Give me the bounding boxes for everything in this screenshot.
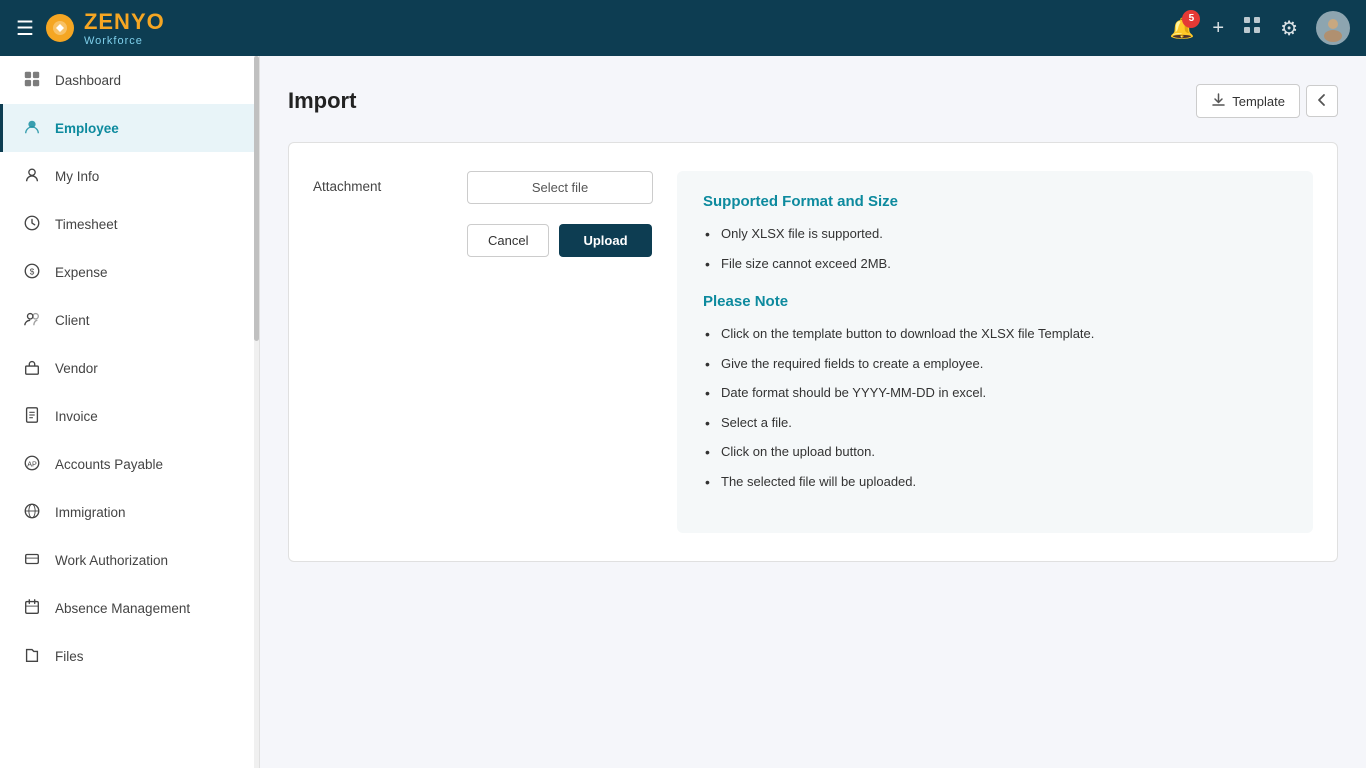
sidebar-label-client: Client bbox=[55, 313, 90, 328]
info-panel: Supported Format and Size Only XLSX file… bbox=[677, 171, 1313, 533]
template-button[interactable]: Template bbox=[1196, 84, 1300, 118]
logo-subtitle: Workforce bbox=[84, 35, 165, 47]
sidebar-item-work-authorization[interactable]: Work Authorization bbox=[0, 536, 259, 584]
content-flex: Attachment Select file Cancel Upload Sup… bbox=[313, 171, 1313, 533]
sidebar-label-work-authorization: Work Authorization bbox=[55, 553, 168, 568]
sidebar-item-vendor[interactable]: Vendor bbox=[0, 344, 259, 392]
file-input-wrapper: Select file bbox=[467, 171, 653, 204]
attachment-label: Attachment bbox=[313, 171, 443, 194]
sidebar-label-timesheet: Timesheet bbox=[55, 217, 118, 232]
attachment-row: Attachment Select file bbox=[313, 171, 653, 204]
hamburger-icon[interactable]: ☰ bbox=[16, 16, 34, 41]
main-content: Import Template bbox=[260, 56, 1366, 768]
sidebar-label-immigration: Immigration bbox=[55, 505, 126, 520]
logo-icon bbox=[46, 14, 74, 42]
logo-text: ZENYO Workforce bbox=[84, 9, 165, 47]
svg-text:AP: AP bbox=[27, 460, 37, 469]
expense-icon: $ bbox=[23, 262, 43, 282]
download-icon bbox=[1211, 92, 1226, 110]
sidebar-label-absence-management: Absence Management bbox=[55, 601, 190, 616]
notification-badge: 5 bbox=[1182, 10, 1200, 28]
sidebar-item-absence-management[interactable]: Absence Management bbox=[0, 584, 259, 632]
scrollbar-thumb[interactable] bbox=[254, 56, 259, 341]
page-header: Import Template bbox=[288, 84, 1338, 118]
sidebar-item-dashboard[interactable]: Dashboard bbox=[0, 56, 259, 104]
sidebar-label-myinfo: My Info bbox=[55, 169, 99, 184]
layout: Dashboard Employee My Info bbox=[0, 56, 1366, 768]
sidebar-item-myinfo[interactable]: My Info bbox=[0, 152, 259, 200]
sidebar-label-dashboard: Dashboard bbox=[55, 73, 121, 88]
note-item-4: Select a file. bbox=[703, 413, 1287, 433]
sidebar-item-client[interactable]: Client bbox=[0, 296, 259, 344]
logo-name: ZENYO bbox=[84, 9, 165, 34]
header-actions: Template bbox=[1196, 84, 1338, 118]
select-file-button[interactable]: Select file bbox=[467, 171, 653, 204]
template-btn-label: Template bbox=[1232, 94, 1285, 109]
format-list: Only XLSX file is supported. File size c… bbox=[703, 224, 1287, 273]
sidebar: Dashboard Employee My Info bbox=[0, 56, 260, 768]
dashboard-icon bbox=[23, 70, 43, 90]
upload-button[interactable]: Upload bbox=[559, 224, 651, 257]
sidebar-item-immigration[interactable]: Immigration bbox=[0, 488, 259, 536]
back-button[interactable] bbox=[1306, 85, 1338, 117]
format-item-2: File size cannot exceed 2MB. bbox=[703, 254, 1287, 274]
logo: ZENYO Workforce bbox=[46, 9, 165, 47]
note-item-6: The selected file will be uploaded. bbox=[703, 472, 1287, 492]
immigration-icon bbox=[23, 502, 43, 522]
sidebar-item-files[interactable]: Files bbox=[0, 632, 259, 680]
svg-text:$: $ bbox=[30, 268, 35, 277]
note-item-3: Date format should be YYYY-MM-DD in exce… bbox=[703, 383, 1287, 403]
add-icon[interactable]: + bbox=[1212, 17, 1224, 40]
notification-bell[interactable]: 🔔 5 bbox=[1169, 16, 1194, 41]
client-icon bbox=[23, 310, 43, 330]
cancel-button[interactable]: Cancel bbox=[467, 224, 549, 257]
format-title: Supported Format and Size bbox=[703, 193, 1287, 210]
sidebar-label-expense: Expense bbox=[55, 265, 108, 280]
note-item-2: Give the required fields to create a emp… bbox=[703, 354, 1287, 374]
timesheet-icon bbox=[23, 214, 43, 234]
scrollbar-track bbox=[254, 56, 259, 768]
files-icon bbox=[23, 646, 43, 666]
topnav: ☰ ZENYO Workforce 🔔 5 + ⚙ bbox=[0, 0, 1366, 56]
sidebar-label-vendor: Vendor bbox=[55, 361, 98, 376]
user-avatar[interactable] bbox=[1316, 11, 1350, 45]
sidebar-item-employee[interactable]: Employee bbox=[0, 104, 259, 152]
sidebar-label-files: Files bbox=[55, 649, 84, 664]
sidebar-label-accounts-payable: Accounts Payable bbox=[55, 457, 163, 472]
form-buttons: Cancel Upload bbox=[467, 224, 653, 257]
back-arrow-icon bbox=[1315, 93, 1329, 110]
form-section: Attachment Select file Cancel Upload bbox=[313, 171, 653, 257]
import-card: Attachment Select file Cancel Upload Sup… bbox=[288, 142, 1338, 562]
absence-management-icon bbox=[23, 598, 43, 618]
page-title: Import bbox=[288, 88, 356, 114]
sidebar-label-invoice: Invoice bbox=[55, 409, 98, 424]
note-item-5: Click on the upload button. bbox=[703, 442, 1287, 462]
sidebar-item-expense[interactable]: $ Expense bbox=[0, 248, 259, 296]
sidebar-item-invoice[interactable]: Invoice bbox=[0, 392, 259, 440]
note-item-1: Click on the template button to download… bbox=[703, 324, 1287, 344]
note-list: Click on the template button to download… bbox=[703, 324, 1287, 491]
sidebar-label-employee: Employee bbox=[55, 121, 119, 136]
accounts-payable-icon: AP bbox=[23, 454, 43, 474]
myinfo-icon bbox=[23, 166, 43, 186]
work-authorization-icon bbox=[23, 550, 43, 570]
sidebar-item-accounts-payable[interactable]: AP Accounts Payable bbox=[0, 440, 259, 488]
vendor-icon bbox=[23, 358, 43, 378]
sidebar-item-timesheet[interactable]: Timesheet bbox=[0, 200, 259, 248]
topnav-actions: 🔔 5 + ⚙ bbox=[1169, 11, 1350, 45]
settings-icon[interactable]: ⚙ bbox=[1280, 16, 1298, 41]
employee-icon bbox=[23, 118, 43, 138]
grid-icon[interactable] bbox=[1242, 15, 1262, 41]
note-title: Please Note bbox=[703, 293, 1287, 310]
format-item-1: Only XLSX file is supported. bbox=[703, 224, 1287, 244]
invoice-icon bbox=[23, 406, 43, 426]
